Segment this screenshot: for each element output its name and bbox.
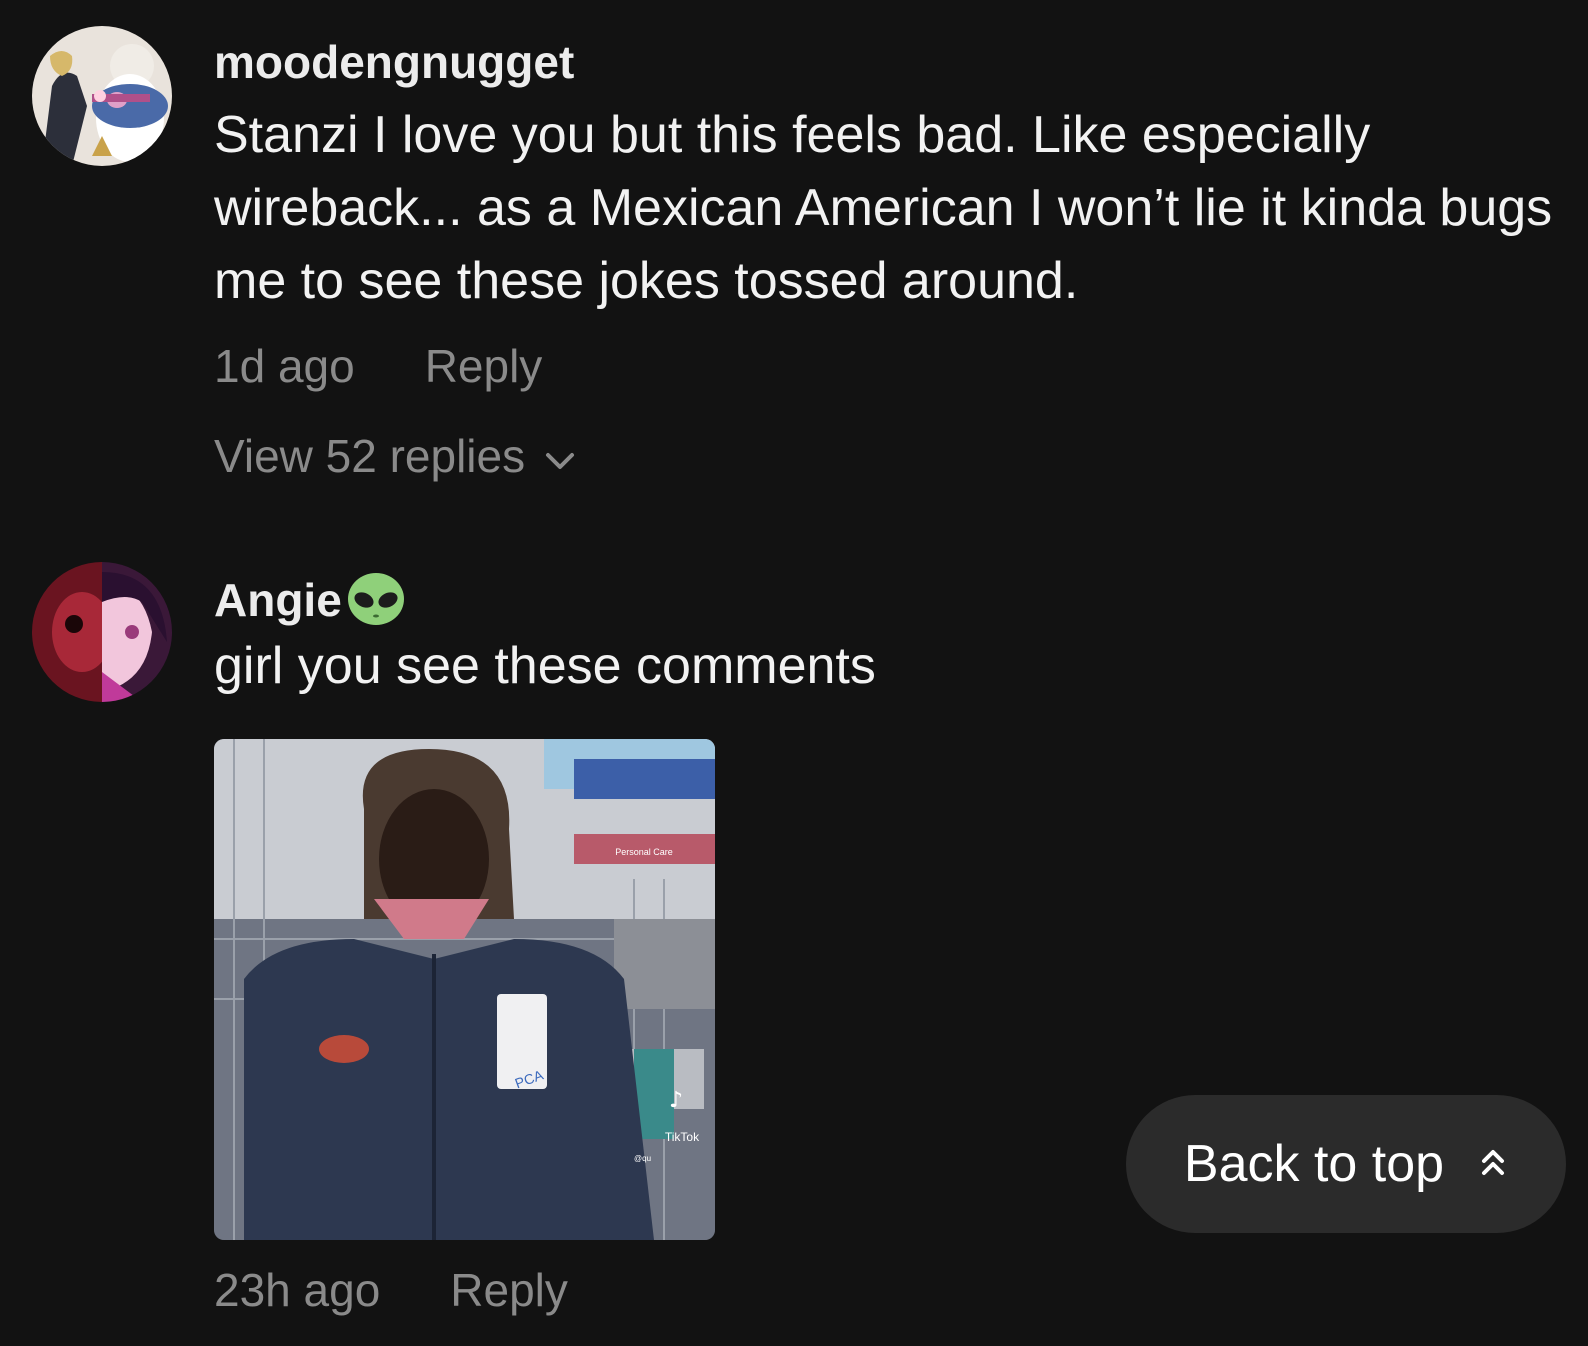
back-to-top-button[interactable]: Back to top bbox=[1126, 1095, 1566, 1233]
comment-text: Stanzi I love you but this feels bad. Li… bbox=[214, 106, 1553, 310]
comment-meta: 23h ago Reply bbox=[214, 1262, 1558, 1318]
alien-icon bbox=[346, 572, 406, 628]
comment-username[interactable]: Angie bbox=[214, 572, 1558, 628]
media-watermark-text: TikTok bbox=[665, 1130, 700, 1144]
comment-text: girl you see these comments bbox=[214, 637, 876, 695]
double-chevron-up-icon bbox=[1478, 1134, 1508, 1194]
chevron-down-icon bbox=[543, 428, 577, 484]
comment-username[interactable]: moodengnugget bbox=[214, 34, 1558, 90]
back-to-top-label: Back to top bbox=[1183, 1135, 1445, 1193]
view-replies-button[interactable]: View 52 replies bbox=[214, 428, 1558, 484]
comment-timestamp: 1d ago bbox=[214, 340, 355, 392]
view-replies-label: View 52 replies bbox=[214, 430, 526, 482]
avatar[interactable] bbox=[32, 562, 172, 702]
svg-text:♪: ♪ bbox=[669, 1088, 683, 1113]
comment-timestamp: 23h ago bbox=[214, 1264, 381, 1316]
media-watermark-handle: @qu bbox=[634, 1154, 651, 1163]
comment-media-image[interactable]: Personal Care PCA ♪ TikTok @qu bbox=[214, 739, 715, 1240]
avatar[interactable] bbox=[32, 26, 172, 166]
reply-button[interactable]: Reply bbox=[425, 338, 543, 394]
comment-meta: 1d ago Reply bbox=[214, 338, 1558, 394]
comment-username-label: Angie bbox=[214, 574, 342, 626]
media-sign-text: Personal Care bbox=[615, 847, 673, 857]
reply-button[interactable]: Reply bbox=[450, 1262, 568, 1318]
